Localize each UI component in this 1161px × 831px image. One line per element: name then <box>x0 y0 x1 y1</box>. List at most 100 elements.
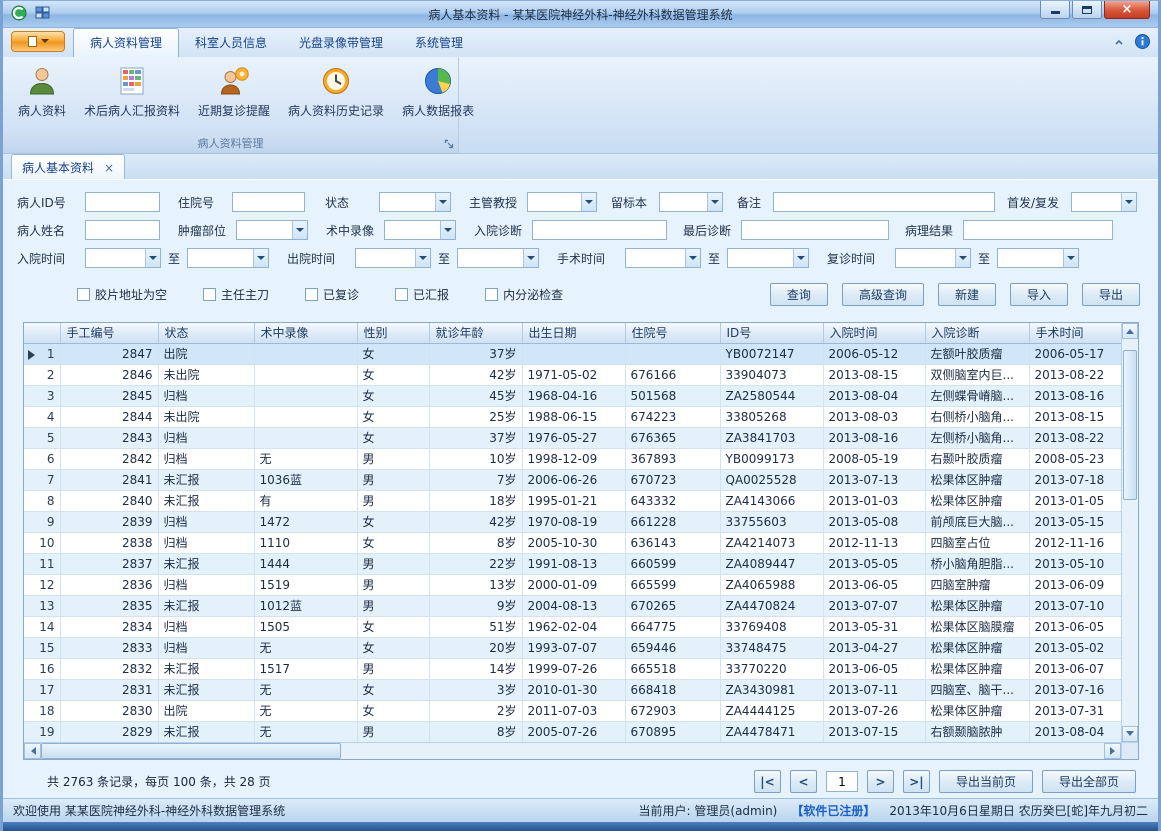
ribbon-button-revisit-reminder[interactable]: 近期复诊提醒 <box>189 60 279 122</box>
pager-prev-button[interactable]: < <box>790 770 817 793</box>
final-diagnosis-input[interactable] <box>741 220 889 240</box>
new-button[interactable]: 新建 <box>938 283 996 306</box>
grid-column-header[interactable]: 就诊年龄 <box>429 323 522 343</box>
grid-row[interactable]: 32845归档女45岁1968-04-16501568ZA25805442013… <box>24 385 1121 406</box>
tab-close-icon[interactable]: × <box>104 163 114 173</box>
grid-row[interactable]: 142834归档1505女51岁1962-02-0466477533769408… <box>24 616 1121 637</box>
first-recur-combo[interactable] <box>1071 192 1137 212</box>
maximize-button[interactable] <box>1072 1 1102 19</box>
revisit-time-from-combo[interactable] <box>895 248 971 268</box>
specimen-combo[interactable] <box>659 192 723 212</box>
info-icon[interactable] <box>1135 34 1150 52</box>
patient-id-input[interactable] <box>85 192 160 212</box>
vertical-scroll-thumb[interactable] <box>1123 350 1137 500</box>
document-tab-patient-basic-info[interactable]: 病人基本资料 × <box>11 154 125 179</box>
import-button[interactable]: 导入 <box>1010 283 1068 306</box>
grid-row[interactable]: 72841未汇报1036蓝男7岁2006-06-26670723QA002552… <box>24 469 1121 490</box>
revisit-time-to-combo[interactable] <box>997 248 1079 268</box>
quick-access-icon[interactable] <box>35 6 50 23</box>
scroll-down-icon[interactable] <box>1122 726 1138 742</box>
grid-footer: 共 2763 条记录，每页 100 条，共 28 页 |< < > >| 导出当… <box>23 770 1136 793</box>
grid-column-header[interactable]: 出生日期 <box>522 323 625 343</box>
grid-row[interactable]: 172831未汇报无女3岁2010-01-30668418ZA343098120… <box>24 679 1121 700</box>
op-video-combo[interactable] <box>384 220 456 240</box>
grid-row[interactable]: 162832未汇报1517男14岁1999-07-266655183377022… <box>24 658 1121 679</box>
revisited-checkbox[interactable]: 已复诊 <box>305 286 359 303</box>
grid-column-header[interactable]: 手术时间 <box>1029 323 1121 343</box>
grid-row[interactable]: 52843归档女37岁1976-05-27676365ZA38417032013… <box>24 427 1121 448</box>
inpatient-no-input[interactable] <box>232 192 305 212</box>
grid-column-header[interactable]: ID号 <box>720 323 823 343</box>
grid-cell: ZA4444125 <box>720 700 823 721</box>
grid-row[interactable]: 102838归档1110女8岁2005-10-30636143ZA4214073… <box>24 532 1121 553</box>
professor-combo[interactable] <box>527 192 597 212</box>
grid-column-header[interactable]: 性别 <box>357 323 429 343</box>
grid-column-header[interactable]: 住院号 <box>625 323 720 343</box>
dialog-launcher-icon[interactable] <box>444 138 455 155</box>
ribbon-tab-media-management[interactable]: 光盘录像带管理 <box>283 29 399 57</box>
grid-row[interactable]: 152833归档无女20岁1993-07-0765944633748475201… <box>24 637 1121 658</box>
ribbon-tab-patient-management[interactable]: 病人资料管理 <box>73 28 179 57</box>
advanced-query-button[interactable]: 高级查询 <box>842 283 924 306</box>
horizontal-scrollbar[interactable] <box>24 742 1121 759</box>
export-all-pages-button[interactable]: 导出全部页 <box>1042 770 1136 793</box>
close-button[interactable]: × <box>1104 1 1150 19</box>
scroll-right-icon[interactable] <box>1104 743 1121 759</box>
ribbon-collapse-icon[interactable] <box>1113 36 1125 50</box>
remark-input[interactable] <box>773 192 995 212</box>
grid-column-header[interactable]: 手工编号 <box>60 323 158 343</box>
pager-next-button[interactable]: > <box>867 770 894 793</box>
tumor-site-combo[interactable] <box>236 220 308 240</box>
admit-diagnosis-input[interactable] <box>532 220 667 240</box>
grid-row[interactable]: 132835未汇报1012蓝男9岁2004-08-13670265ZA44708… <box>24 595 1121 616</box>
grid-row[interactable]: 192829未汇报无男8岁2005-07-26670895ZA447847120… <box>24 721 1121 742</box>
grid-column-header[interactable]: 术中录像 <box>254 323 357 343</box>
endocrine-exam-checkbox[interactable]: 内分泌检查 <box>485 286 563 303</box>
patient-name-input[interactable] <box>85 220 160 240</box>
grid-row[interactable]: 112837未汇报1444男22岁1991-08-13660599ZA40894… <box>24 553 1121 574</box>
film-address-empty-checkbox[interactable]: 胶片地址为空 <box>77 286 167 303</box>
export-button[interactable]: 导出 <box>1082 283 1140 306</box>
page-number-input[interactable] <box>826 771 858 792</box>
grid-column-header[interactable]: 入院时间 <box>823 323 925 343</box>
query-button[interactable]: 查询 <box>770 283 828 306</box>
reported-checkbox[interactable]: 已汇报 <box>395 286 449 303</box>
grid-row[interactable]: 42844未出院女25岁1988-06-15674223338052682013… <box>24 406 1121 427</box>
grid-row-indicator: 16 <box>24 658 60 679</box>
ribbon-button-history-record[interactable]: 病人资料历史记录 <box>279 60 393 122</box>
discharge-time-from-combo[interactable] <box>355 248 431 268</box>
grid-row[interactable]: 62842归档无男10岁1998-12-09367893YB0099173200… <box>24 448 1121 469</box>
pager-last-button[interactable]: >| <box>903 770 930 793</box>
pathology-input[interactable] <box>963 220 1113 240</box>
status-combo[interactable] <box>379 192 451 212</box>
ribbon-button-patient-data[interactable]: 病人资料 <box>9 60 75 122</box>
horizontal-scroll-track[interactable] <box>341 743 1104 759</box>
chevron-down-icon <box>41 39 49 47</box>
grid-column-header[interactable]: 入院诊断 <box>925 323 1029 343</box>
export-current-page-button[interactable]: 导出当前页 <box>939 770 1033 793</box>
grid-row[interactable]: 22846未出院女42岁1971-05-02676166339040732013… <box>24 364 1121 385</box>
admit-time-from-combo[interactable] <box>85 248 161 268</box>
discharge-time-to-combo[interactable] <box>457 248 539 268</box>
ribbon-tab-staff-info[interactable]: 科室人员信息 <box>179 29 283 57</box>
surgery-time-to-combo[interactable] <box>727 248 809 268</box>
pager-first-button[interactable]: |< <box>754 770 781 793</box>
admit-time-to-combo[interactable] <box>187 248 269 268</box>
horizontal-scroll-thumb[interactable] <box>41 743 341 759</box>
grid-row[interactable]: 92839归档1472女42岁1970-08-19661228337556032… <box>24 511 1121 532</box>
vertical-scrollbar[interactable] <box>1121 323 1138 742</box>
scroll-left-icon[interactable] <box>24 743 41 759</box>
grid-column-header[interactable]: 状态 <box>158 323 254 343</box>
application-menu-button[interactable] <box>11 31 65 52</box>
grid-row[interactable]: 182830出院无女2岁2011-07-03672903ZA4444125201… <box>24 700 1121 721</box>
ribbon-tab-system-management[interactable]: 系统管理 <box>399 29 479 57</box>
grid-row[interactable]: 122836归档1519男13岁2000-01-09665599ZA406598… <box>24 574 1121 595</box>
grid-cell: 670895 <box>625 721 720 742</box>
minimize-button[interactable] <box>1040 1 1070 19</box>
ribbon-button-postop-report[interactable]: 术后病人汇报资料 <box>75 60 189 122</box>
surgery-time-from-combo[interactable] <box>625 248 701 268</box>
grid-row[interactable]: 82840未汇报有男18岁1995-01-21643332ZA414306620… <box>24 490 1121 511</box>
scroll-up-icon[interactable] <box>1122 323 1138 339</box>
chief-surgeon-checkbox[interactable]: 主任主刀 <box>203 286 269 303</box>
grid-row[interactable]: 12847出院女37岁YB00721472006-05-12左额叶胶质瘤2006… <box>24 343 1121 364</box>
